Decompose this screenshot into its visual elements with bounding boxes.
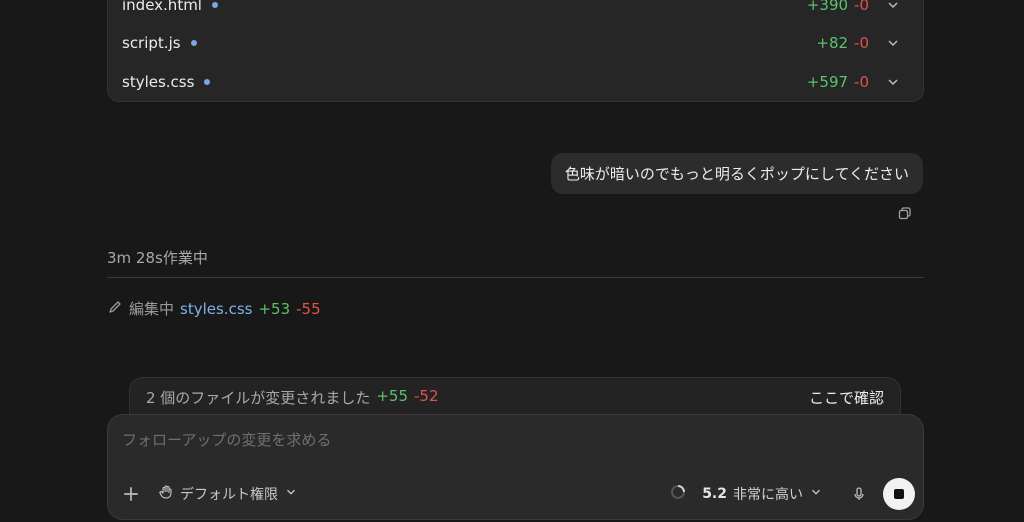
chevron-down-icon[interactable] <box>885 74 901 90</box>
chevron-down-icon[interactable] <box>885 35 901 51</box>
lines-added: +597 <box>806 73 849 91</box>
file-row[interactable]: index.html +390 -0 <box>122 0 901 24</box>
pencil-icon <box>107 299 123 319</box>
user-message-bubble: 色味が暗いのでもっと明るくポップにしてください <box>550 153 923 194</box>
file-name[interactable]: styles.css <box>122 73 194 91</box>
chat-page: index.html +390 -0 script.js +82 -0 styl… <box>0 0 1024 522</box>
file-name[interactable]: index.html <box>122 0 202 14</box>
lines-added: +53 <box>258 299 291 318</box>
changed-files-card: index.html +390 -0 script.js +82 -0 styl… <box>107 0 924 102</box>
modified-dot <box>190 40 197 46</box>
copy-icon[interactable] <box>897 205 913 221</box>
stop-icon <box>894 489 904 499</box>
lines-removed: -0 <box>854 73 869 91</box>
lines-removed: -55 <box>296 299 321 318</box>
editing-file-link[interactable]: styles.css <box>180 300 252 318</box>
file-row[interactable]: script.js +82 -0 <box>122 24 901 62</box>
permission-dropdown[interactable]: デフォルト権限 <box>158 484 298 504</box>
chevron-down-icon[interactable] <box>885 0 901 13</box>
file-name[interactable]: script.js <box>122 34 181 52</box>
add-icon[interactable] <box>122 485 140 503</box>
stop-button[interactable] <box>883 478 915 510</box>
composer[interactable]: フォローアップの変更を求める デフォルト権限 5.2 非常に高い <box>107 414 924 520</box>
chevron-down-icon <box>284 485 298 503</box>
composer-toolbar: デフォルト権限 5.2 非常に高い <box>122 477 915 511</box>
editing-label: 編集中 <box>129 300 175 318</box>
loading-spinner-icon <box>670 484 686 504</box>
microphone-icon[interactable] <box>851 486 867 502</box>
lines-removed: -52 <box>413 387 439 405</box>
model-level: 非常に高い <box>733 487 803 503</box>
chevron-down-icon <box>809 485 823 503</box>
lines-added: +55 <box>376 387 408 405</box>
editing-status: 編集中 styles.css +53 -55 <box>107 298 321 319</box>
lines-added: +82 <box>816 34 849 52</box>
lines-removed: -0 <box>854 0 869 14</box>
divider <box>107 277 924 278</box>
modified-dot <box>211 2 218 8</box>
hand-icon <box>158 484 174 504</box>
worked-duration[interactable]: 3m 28s作業中 <box>107 247 208 268</box>
lines-added: +390 <box>806 0 849 14</box>
permission-label: デフォルト権限 <box>180 487 278 503</box>
followup-input[interactable]: フォローアップの変更を求める <box>122 429 331 450</box>
model-version: 5.2 <box>702 486 727 502</box>
model-dropdown[interactable]: 5.2 非常に高い <box>702 484 823 504</box>
summary-text: 2 個のファイルが変更されました <box>146 389 371 407</box>
modified-dot <box>204 79 211 85</box>
lines-removed: -0 <box>854 34 869 52</box>
file-row[interactable]: styles.css +597 -0 <box>122 63 901 101</box>
review-here-button[interactable]: ここで確認 <box>809 387 884 408</box>
